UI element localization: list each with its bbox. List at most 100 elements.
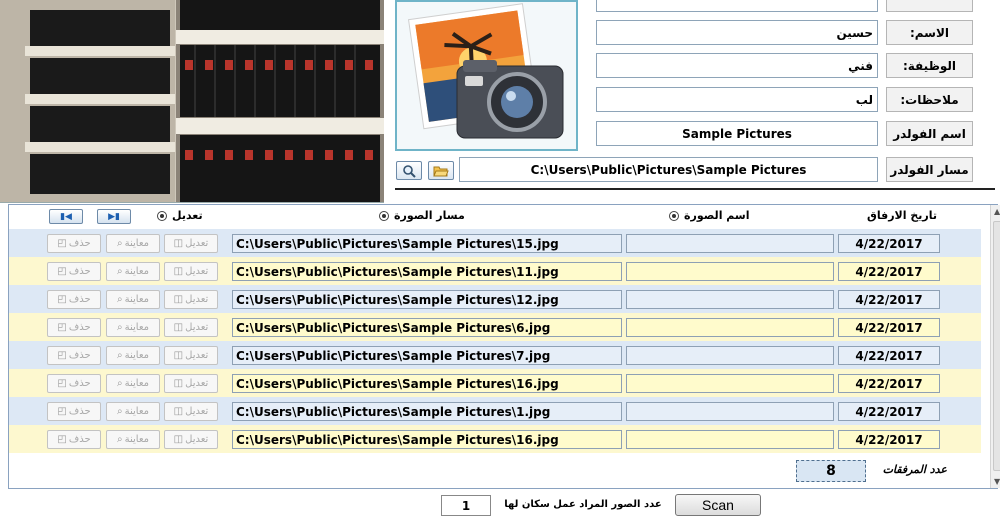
image-path-cell[interactable]: C:\Users\Public\Pictures\Sample Pictures… <box>232 234 622 253</box>
image-path-cell[interactable]: C:\Users\Public\Pictures\Sample Pictures… <box>232 374 622 393</box>
edit-radio[interactable] <box>157 210 167 221</box>
image-name-cell[interactable] <box>626 346 834 365</box>
table-row: حذف ◰ معاينة ⌕ تعديل ◫ C:\Users\Public\Pict… <box>9 425 981 453</box>
date-cell[interactable]: 4/22/2017 <box>838 346 940 365</box>
folder-path-field[interactable]: C:\Users\Public\Pictures\Sample Pictures <box>459 157 878 182</box>
header-image-name[interactable]: اسم الصورة <box>669 209 750 222</box>
edit-label: تعديل <box>185 322 209 333</box>
open-folder-button[interactable] <box>428 161 454 180</box>
edit-button[interactable]: تعديل ◫ <box>164 262 218 281</box>
image-path-cell[interactable]: C:\Users\Public\Pictures\Sample Pictures… <box>232 346 622 365</box>
delete-button[interactable]: حذف ◰ <box>47 290 101 309</box>
delete-label: حذف <box>68 434 91 445</box>
preview-button[interactable]: معاينة ⌕ <box>106 374 160 393</box>
date-cell[interactable]: 4/22/2017 <box>838 318 940 337</box>
image-path-cell[interactable]: C:\Users\Public\Pictures\Sample Pictures… <box>232 430 622 449</box>
edit-button[interactable]: تعديل ◫ <box>164 318 218 337</box>
header-image-path[interactable]: مسار الصورة <box>379 209 465 222</box>
edit-button[interactable]: تعديل ◫ <box>164 374 218 393</box>
folder-name-field[interactable]: Sample Pictures <box>596 121 878 146</box>
last-record-button[interactable]: ▶▮ <box>97 209 131 224</box>
header-edit[interactable]: تعديل <box>157 209 203 222</box>
folder-icon: ◫ <box>173 406 184 417</box>
folder-icon: ◫ <box>173 266 184 277</box>
preview-button[interactable]: معاينة ⌕ <box>106 402 160 421</box>
image-path-cell[interactable]: C:\Users\Public\Pictures\Sample Pictures… <box>232 318 622 337</box>
image-name-cell[interactable] <box>626 290 834 309</box>
delete-label: حذف <box>68 294 91 305</box>
edit-button[interactable]: تعديل ◫ <box>164 234 218 253</box>
magnifier-icon: ⌕ <box>117 294 123 305</box>
delete-label: حذف <box>68 238 91 249</box>
image-path-cell[interactable]: C:\Users\Public\Pictures\Sample Pictures… <box>232 290 622 309</box>
image-name-cell[interactable] <box>626 234 834 253</box>
date-cell[interactable]: 4/22/2017 <box>838 374 940 393</box>
notes-field[interactable]: لب <box>596 87 878 112</box>
image-name-cell[interactable] <box>626 318 834 337</box>
trash-icon: ◰ <box>57 406 67 417</box>
table-row: حذف ◰ معاينة ⌕ تعديل ◫ C:\Users\Public\Pict… <box>9 285 981 313</box>
table-row: حذف ◰ معاينة ⌕ تعديل ◫ C:\Users\Public\Pict… <box>9 257 981 285</box>
preview-button[interactable]: معاينة ⌕ <box>106 234 160 253</box>
name-field[interactable]: حسين <box>596 20 878 45</box>
preview-label: معاينة <box>124 350 149 361</box>
date-cell[interactable]: 4/22/2017 <box>838 262 940 281</box>
archive-shelves-image <box>0 0 384 203</box>
job-field[interactable]: فني <box>596 53 878 78</box>
preview-button[interactable]: معاينة ⌕ <box>106 318 160 337</box>
image-path-cell[interactable]: C:\Users\Public\Pictures\Sample Pictures… <box>232 402 622 421</box>
top-field[interactable] <box>596 0 878 12</box>
folder-icon: ◫ <box>173 434 184 445</box>
preview-button[interactable]: معاينة ⌕ <box>106 346 160 365</box>
image-path-cell[interactable]: C:\Users\Public\Pictures\Sample Pictures… <box>232 262 622 281</box>
edit-label: تعديل <box>185 350 209 361</box>
image-name-radio[interactable] <box>669 210 679 221</box>
edit-button[interactable]: تعديل ◫ <box>164 402 218 421</box>
delete-button[interactable]: حذف ◰ <box>47 430 101 449</box>
magnifier-icon: ⌕ <box>117 434 123 445</box>
delete-button[interactable]: حذف ◰ <box>47 262 101 281</box>
edit-button[interactable]: تعديل ◫ <box>164 346 218 365</box>
image-name-cell[interactable] <box>626 430 834 449</box>
delete-label: حذف <box>68 350 91 361</box>
image-name-cell[interactable] <box>626 262 834 281</box>
delete-button[interactable]: حذف ◰ <box>47 374 101 393</box>
image-name-cell[interactable] <box>626 374 834 393</box>
scrollbar-thumb[interactable] <box>993 221 1000 471</box>
edit-label: تعديل <box>185 434 209 445</box>
edit-button[interactable]: تعديل ◫ <box>164 290 218 309</box>
scan-count-input[interactable]: 1 <box>441 495 491 516</box>
table-row: حذف ◰ معاينة ⌕ تعديل ◫ C:\Users\Public\Pict… <box>9 313 981 341</box>
date-cell[interactable]: 4/22/2017 <box>838 430 940 449</box>
notes-label: ملاحظات: <box>886 87 973 112</box>
scroll-down-icon[interactable]: ▼ <box>994 477 1000 486</box>
preview-button[interactable]: معاينة ⌕ <box>106 430 160 449</box>
image-path-radio[interactable] <box>379 210 389 221</box>
edit-button[interactable]: تعديل ◫ <box>164 430 218 449</box>
folder-open-icon <box>433 166 449 176</box>
scroll-up-icon[interactable]: ▲ <box>994 207 1000 216</box>
section-divider <box>395 188 995 190</box>
table-row: حذف ◰ معاينة ⌕ تعديل ◫ C:\Users\Public\Pict… <box>9 341 981 369</box>
grid-scrollbar[interactable]: ▲ ▼ <box>990 205 1000 488</box>
preview-button[interactable]: معاينة ⌕ <box>106 290 160 309</box>
folder-path-label: مسار الفولدر <box>886 157 973 182</box>
folder-name-label: اسم الفولدر <box>886 121 973 146</box>
preview-button[interactable]: معاينة ⌕ <box>106 262 160 281</box>
image-name-cell[interactable] <box>626 402 834 421</box>
delete-button[interactable]: حذف ◰ <box>47 318 101 337</box>
scan-button[interactable]: Scan <box>675 494 761 516</box>
first-record-button[interactable]: ▮◀ <box>49 209 83 224</box>
date-cell[interactable]: 4/22/2017 <box>838 290 940 309</box>
delete-button[interactable]: حذف ◰ <box>47 234 101 253</box>
search-folder-button[interactable] <box>396 161 422 180</box>
delete-button[interactable]: حذف ◰ <box>47 402 101 421</box>
magnifier-icon: ⌕ <box>117 266 123 277</box>
delete-button[interactable]: حذف ◰ <box>47 346 101 365</box>
date-cell[interactable]: 4/22/2017 <box>838 234 940 253</box>
trash-icon: ◰ <box>57 378 67 389</box>
date-cell[interactable]: 4/22/2017 <box>838 402 940 421</box>
edit-label: تعديل <box>185 238 209 249</box>
trash-icon: ◰ <box>57 294 67 305</box>
delete-label: حذف <box>68 378 91 389</box>
